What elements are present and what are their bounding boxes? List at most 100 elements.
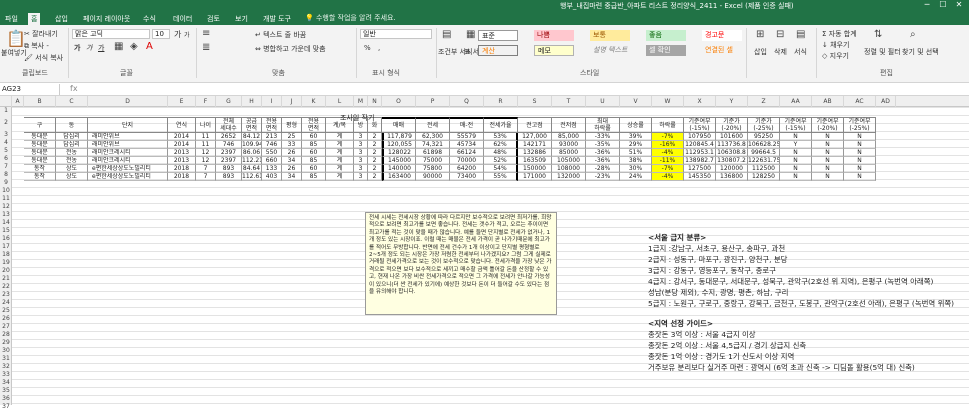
table-cell[interactable]: 2018 (168, 173, 196, 181)
table-cell[interactable]: 142171 (518, 141, 552, 149)
table-cell[interactable]: N (812, 173, 844, 181)
table-cell[interactable]: 163400 (382, 173, 416, 181)
column-header[interactable]: A (12, 96, 24, 107)
table-cell[interactable]: N (780, 173, 812, 181)
table-cell[interactable]: 101600 (716, 133, 748, 141)
table-cell[interactable]: 계 (326, 165, 354, 173)
table-cell[interactable]: 120000 (716, 165, 748, 173)
table-cell[interactable]: 95250 (748, 133, 780, 141)
table-cell[interactable]: 85,000 (552, 133, 586, 141)
table-cell[interactable]: 108000 (552, 165, 586, 173)
table-cell[interactable]: 계 (326, 173, 354, 181)
table-cell[interactable]: 33 (282, 141, 302, 149)
table-cell[interactable]: 26 (282, 149, 302, 157)
table-cell[interactable]: N (780, 149, 812, 157)
table-cell[interactable]: 2397 (216, 157, 242, 165)
table-cell[interactable]: N (844, 133, 876, 141)
underline-button[interactable]: 가 (98, 43, 104, 53)
table-cell[interactable]: 전농 (56, 157, 88, 165)
row-header[interactable]: 24 (0, 299, 12, 307)
table-cell[interactable]: 150000 (518, 165, 552, 173)
table-cell[interactable]: 120845.4 (684, 141, 716, 149)
column-header[interactable]: AC (844, 96, 876, 107)
table-cell[interactable]: N (812, 149, 844, 157)
column-header[interactable]: J (282, 96, 302, 107)
table-cell[interactable]: 45734 (450, 141, 484, 149)
table-cell[interactable]: 52% (484, 157, 518, 165)
align-left-icon[interactable]: ≣ (202, 42, 210, 53)
row-header[interactable]: 22 (0, 283, 12, 291)
column-header[interactable]: M (354, 96, 368, 107)
table-cell[interactable]: 85 (302, 141, 326, 149)
column-header[interactable]: D (88, 96, 168, 107)
row-header[interactable]: 4 (0, 139, 12, 147)
format-painter-button[interactable]: 🖌 서식 복사 (24, 53, 63, 63)
table-cell[interactable]: -35% (586, 141, 620, 149)
column-header[interactable]: AB (812, 96, 844, 107)
table-cell[interactable]: 답십리 (56, 133, 88, 141)
table-cell[interactable]: 90000 (416, 173, 450, 181)
table-cell[interactable]: N (812, 165, 844, 173)
table-cell[interactable]: 117,879 (382, 133, 416, 141)
table-cell[interactable]: 26 (282, 165, 302, 173)
shrink-font-button[interactable]: 가 (184, 30, 190, 39)
tab-view[interactable]: 보기 (232, 13, 251, 25)
table-cell[interactable]: 2013 (168, 157, 196, 165)
wrap-text-button[interactable]: ↵ 텍스트 줄 바꿈 (255, 30, 306, 40)
style-normal[interactable]: 표준 (478, 30, 518, 41)
comment-note[interactable]: 전세 시세는 전세시장 상황에 따라 다르지만 보수적으로 보려면 최저가를, … (365, 212, 557, 315)
column-header[interactable]: E (168, 96, 196, 107)
row-header[interactable]: 1 (0, 107, 12, 115)
table-cell[interactable]: 2 (368, 141, 382, 149)
table-cell[interactable]: 66124 (450, 149, 484, 157)
column-header[interactable]: K (302, 96, 326, 107)
table-cell[interactable]: 145000 (382, 157, 416, 165)
table-cell[interactable]: 동작 (24, 165, 56, 173)
tab-formulas[interactable]: 수식 (140, 13, 159, 25)
table-cell[interactable]: 85 (302, 173, 326, 181)
row-header[interactable]: 13 (0, 211, 12, 219)
table-cell[interactable]: 동대문 (24, 157, 56, 165)
row-header[interactable]: 26 (0, 315, 12, 323)
table-cell[interactable]: 래미안크레시티 (88, 157, 168, 165)
column-header[interactable]: Y (716, 96, 748, 107)
row-header[interactable]: 18 (0, 251, 12, 259)
column-header[interactable]: V (620, 96, 652, 107)
table-cell[interactable]: 25 (282, 133, 302, 141)
column-header[interactable]: AA (780, 96, 812, 107)
table-cell[interactable]: 127500 (684, 165, 716, 173)
column-header[interactable]: O (382, 96, 416, 107)
table-cell[interactable]: 74,321 (416, 141, 450, 149)
column-header[interactable]: P (416, 96, 450, 107)
table-cell[interactable]: 62,300 (416, 133, 450, 141)
table-cell[interactable]: -7% (652, 133, 684, 141)
table-cell[interactable]: N (812, 133, 844, 141)
table-cell[interactable]: 계 (326, 149, 354, 157)
table-cell[interactable]: 136800 (716, 173, 748, 181)
table-cell[interactable]: 112953.1 (684, 149, 716, 157)
border-icon[interactable]: ▦ (114, 41, 123, 52)
row-header[interactable]: 12 (0, 203, 12, 211)
table-cell[interactable]: 12 (196, 157, 216, 165)
table-cell[interactable]: -36% (586, 149, 620, 157)
table-cell[interactable]: 래미안위브 (88, 133, 168, 141)
style-linked-cell[interactable]: 연결된 셀 (702, 45, 742, 56)
table-cell[interactable]: 51% (620, 149, 652, 157)
table-cell[interactable]: 38% (620, 157, 652, 165)
number-format-dropdown[interactable]: 일반 (360, 29, 432, 39)
tab-page-layout[interactable]: 페이지 레이아웃 (80, 13, 133, 25)
row-header[interactable]: 6 (0, 155, 12, 163)
table-cell[interactable]: 래미안크레시티 (88, 149, 168, 157)
format-cells-button[interactable]: 서식 (794, 47, 807, 57)
table-cell[interactable]: 2652 (216, 133, 242, 141)
formula-input[interactable] (92, 84, 962, 95)
fx-icon[interactable]: fx (70, 84, 78, 93)
table-cell[interactable]: 2014 (168, 141, 196, 149)
table-cell[interactable]: 109.94 (242, 141, 262, 149)
table-cell[interactable]: 3 (354, 141, 368, 149)
row-header[interactable]: 35 (0, 387, 12, 395)
table-cell[interactable]: 12 (196, 149, 216, 157)
table-cell[interactable]: 34 (282, 173, 302, 181)
column-header[interactable]: C (56, 96, 88, 107)
italic-button[interactable]: 가 (86, 43, 92, 53)
